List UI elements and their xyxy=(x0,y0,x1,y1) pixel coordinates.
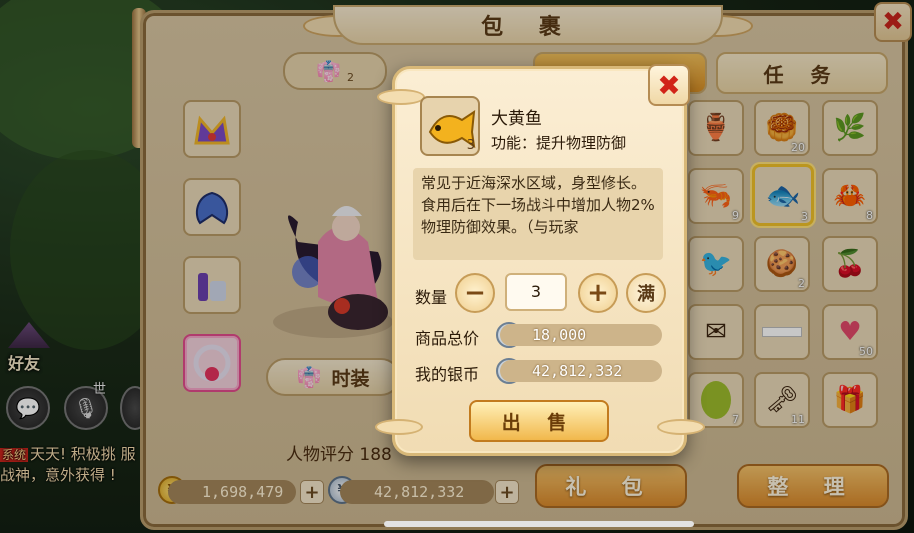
item-function: 功能：提升物理防御 xyxy=(491,134,627,152)
decrease-quantity-button[interactable]: − xyxy=(455,273,495,313)
close-dialog-button[interactable]: ✖ xyxy=(648,64,690,106)
total-price-label: 商品总价 xyxy=(415,329,480,348)
my-silver-label: 我的银币 xyxy=(415,365,480,384)
item-icon-frame: 3 xyxy=(420,96,480,156)
plus-icon: + xyxy=(587,278,609,308)
home-indicator xyxy=(384,521,694,527)
minus-icon: − xyxy=(464,278,486,308)
cloud-deco xyxy=(657,419,705,435)
item-description: 常见于近海深水区域，身型修长。 食用后在下一场战斗中增加人物2%物理防御效果。（… xyxy=(413,168,663,260)
increase-quantity-button[interactable]: + xyxy=(578,273,618,313)
cloud-deco xyxy=(377,89,425,105)
my-silver-value: 42,812,332 xyxy=(500,360,662,382)
close-icon: ✖ xyxy=(657,68,681,102)
cloud-deco xyxy=(375,419,423,435)
total-price-value: 18,000 xyxy=(500,324,662,346)
quantity-label: 数量 xyxy=(415,288,448,307)
item-name: 大黄鱼 xyxy=(491,109,542,129)
item-count: 3 xyxy=(466,138,475,153)
quantity-input[interactable]: 3 xyxy=(505,273,567,311)
sell-button[interactable]: 出 售 xyxy=(469,400,609,442)
max-quantity-button[interactable]: 满 xyxy=(626,273,666,313)
